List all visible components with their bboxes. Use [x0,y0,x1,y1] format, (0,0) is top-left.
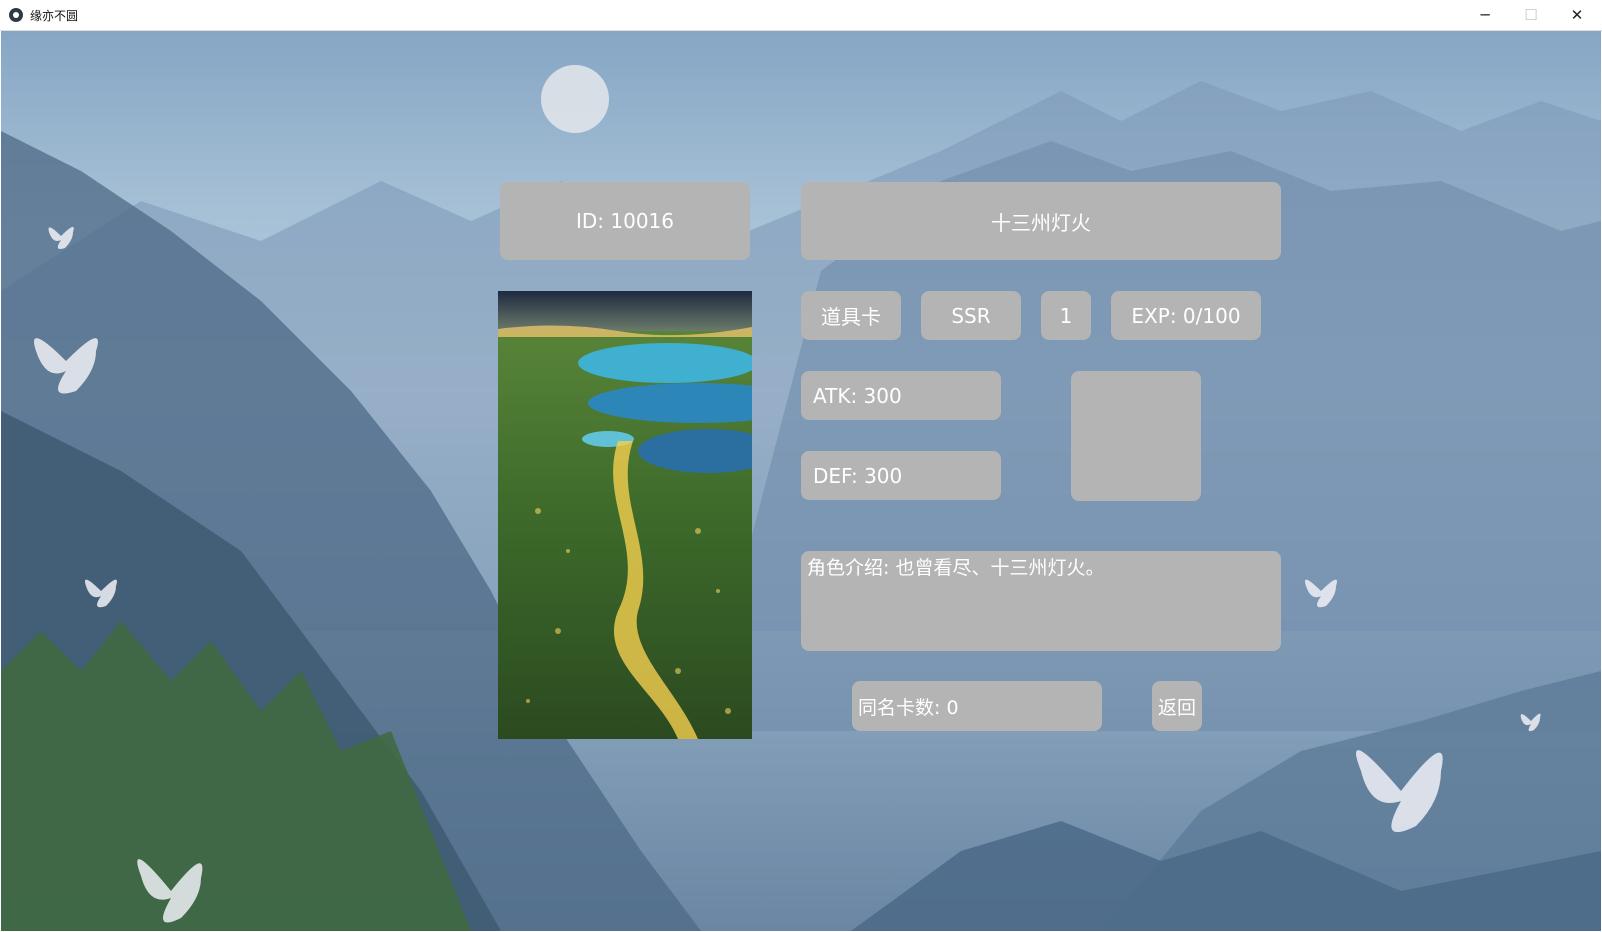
maximize-icon: ☐ [1524,6,1538,24]
card-description-panel: 角色介绍: 也曾看尽、十三州灯火。 [801,551,1281,651]
card-atk: ATK: 300 [813,383,902,408]
card-artwork-image [498,291,752,739]
card-level: 1 [1059,303,1073,328]
card-type-badge: 道具卡 [801,291,901,340]
card-exp-badge: EXP: 0/100 [1111,291,1261,340]
card-duplicates: 同名卡数: 0 [858,696,959,719]
close-button[interactable]: ✕ [1554,0,1600,30]
card-rarity-badge: SSR [921,291,1021,340]
app-icon [9,8,23,22]
card-name-panel: 十三州灯火 [801,182,1281,260]
card-icon-slot [1071,371,1201,501]
card-exp: EXP: 0/100 [1131,303,1241,328]
minimize-button[interactable]: ─ [1462,0,1508,30]
card-duplicates-panel: 同名卡数: 0 [852,681,1102,731]
card-description: 角色介绍: 也曾看尽、十三州灯火。 [807,557,1105,579]
window-title-bar: 缘亦不圆 ─ ☐ ✕ [0,0,1602,31]
card-type: 道具卡 [821,305,881,329]
card-def-panel: DEF: 300 [801,451,1001,500]
card-rarity: SSR [951,303,991,328]
minimize-icon: ─ [1480,6,1490,24]
card-id-panel: ID: 10016 [500,182,750,260]
moon-icon [541,65,609,133]
window-title: 缘亦不圆 [30,9,79,23]
maximize-button[interactable]: ☐ [1508,0,1554,30]
card-def: DEF: 300 [813,463,903,488]
card-level-badge: 1 [1041,291,1091,340]
card-id: ID: 10016 [575,209,675,233]
card-artwork [498,291,752,739]
back-button-label: 返回 [1157,696,1196,719]
card-atk-panel: ATK: 300 [801,371,1001,420]
back-button[interactable]: 返回 [1152,681,1202,731]
card-name: 十三州灯火 [991,210,1091,235]
close-icon: ✕ [1570,6,1584,24]
